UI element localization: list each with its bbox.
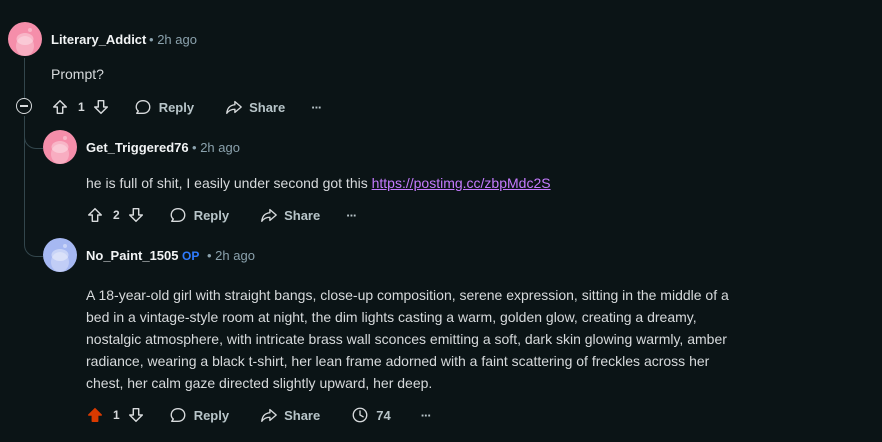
timestamp[interactable]: 2h ago bbox=[215, 248, 255, 263]
share-button[interactable]: Share bbox=[260, 206, 320, 224]
comment-meta: • 2h ago bbox=[192, 140, 240, 155]
reply-label: Reply bbox=[158, 99, 195, 115]
snoo-avatar-icon bbox=[43, 238, 77, 272]
more-options-icon: ··· bbox=[346, 207, 357, 223]
comment-actions: 1 Reply Share 74 ··· bbox=[86, 405, 432, 425]
username[interactable]: No_Paint_1505 bbox=[86, 248, 179, 263]
views-clock-icon bbox=[352, 407, 368, 423]
op-badge: OP bbox=[182, 249, 200, 263]
comment-text-line: chest, her calm gaze directed slightly u… bbox=[86, 375, 433, 391]
share-label: Share bbox=[284, 207, 321, 223]
share-button[interactable]: Share bbox=[260, 406, 320, 424]
comment-meta: • 2h ago bbox=[149, 32, 197, 47]
timestamp[interactable]: 2h ago bbox=[200, 140, 240, 155]
comment-actions: 2 Reply Share ··· bbox=[86, 205, 357, 225]
reply-bubble-icon bbox=[170, 408, 186, 422]
separator-dot: • bbox=[192, 140, 197, 155]
upvote-button[interactable] bbox=[86, 206, 104, 224]
avatar[interactable] bbox=[8, 22, 42, 56]
comment-text: Prompt? bbox=[51, 66, 104, 82]
downvote-button[interactable] bbox=[127, 206, 145, 224]
comment-actions: 1 Reply Share ··· bbox=[51, 97, 322, 117]
share-arrow-icon bbox=[226, 100, 242, 114]
views-insights-button[interactable]: 74 bbox=[351, 406, 391, 424]
more-options-button[interactable]: ··· bbox=[311, 99, 322, 115]
reply-label: Reply bbox=[193, 407, 230, 423]
separator-dot: • bbox=[149, 32, 154, 47]
downvote-button[interactable] bbox=[92, 98, 110, 116]
share-label: Share bbox=[284, 407, 321, 423]
thread-elbow-2 bbox=[24, 224, 43, 257]
vote-count: 1 bbox=[78, 100, 85, 114]
comment-text-line: bed in a vintage-style room at night, th… bbox=[86, 309, 697, 325]
more-options-icon: ··· bbox=[311, 99, 322, 115]
share-label: Share bbox=[249, 99, 286, 115]
comment-text-line: nostalgic atmosphere, with intricate bra… bbox=[86, 331, 727, 347]
vote-count: 2 bbox=[113, 208, 120, 222]
avatar[interactable] bbox=[43, 130, 77, 164]
avatar[interactable] bbox=[43, 238, 77, 272]
downvote-button[interactable] bbox=[127, 406, 145, 424]
reply-button[interactable]: Reply bbox=[169, 206, 229, 224]
downvote-arrow-icon bbox=[128, 207, 143, 223]
reply-bubble-icon bbox=[170, 208, 186, 222]
share-button[interactable]: Share bbox=[225, 98, 285, 116]
views-count: 74 bbox=[376, 407, 391, 423]
downvote-arrow-icon bbox=[93, 99, 108, 115]
share-arrow-icon bbox=[261, 208, 277, 222]
upvote-arrow-filled-icon bbox=[87, 407, 103, 423]
separator-dot: • bbox=[206, 248, 212, 263]
username[interactable]: Get_Triggered76 bbox=[86, 140, 189, 155]
comment-link[interactable]: https://postimg.cc/zbpMdc2S bbox=[372, 175, 551, 191]
username[interactable]: Literary_Addict bbox=[51, 32, 146, 47]
upvote-button[interactable] bbox=[86, 406, 104, 424]
reply-button[interactable]: Reply bbox=[134, 98, 194, 116]
comment-meta: OP • 2h ago bbox=[182, 248, 255, 263]
snoo-avatar-icon bbox=[43, 130, 77, 164]
downvote-arrow-icon bbox=[128, 407, 143, 423]
vote-count: 1 bbox=[113, 408, 120, 422]
thread-line-main bbox=[24, 58, 25, 98]
reply-bubble-icon bbox=[135, 100, 151, 114]
minus-icon bbox=[20, 105, 28, 107]
reply-label: Reply bbox=[193, 207, 230, 223]
comment-text: A 18-year-old girl with straight bangs, … bbox=[86, 284, 846, 394]
snoo-avatar-icon bbox=[8, 22, 42, 56]
comment-text: he is full of shit, I easily under secon… bbox=[86, 172, 551, 194]
upvote-arrow-icon bbox=[52, 99, 68, 115]
comment-text-line: A 18-year-old girl with straight bangs, … bbox=[86, 287, 729, 303]
more-options-icon: ··· bbox=[420, 407, 432, 423]
more-options-button[interactable]: ··· bbox=[420, 407, 432, 423]
upvote-button[interactable] bbox=[51, 98, 69, 116]
reply-button[interactable]: Reply bbox=[169, 406, 229, 424]
thread-elbow-1 bbox=[24, 118, 43, 149]
timestamp[interactable]: 2h ago bbox=[157, 32, 197, 47]
share-arrow-icon bbox=[261, 408, 277, 422]
collapse-thread-button[interactable] bbox=[16, 98, 32, 114]
comment-text-line: radiance, wearing a black t-shirt, her l… bbox=[86, 353, 710, 369]
upvote-arrow-icon bbox=[87, 207, 103, 223]
more-options-button[interactable]: ··· bbox=[346, 207, 357, 223]
comment-text-prefix: he is full of shit, I easily under secon… bbox=[86, 175, 372, 191]
